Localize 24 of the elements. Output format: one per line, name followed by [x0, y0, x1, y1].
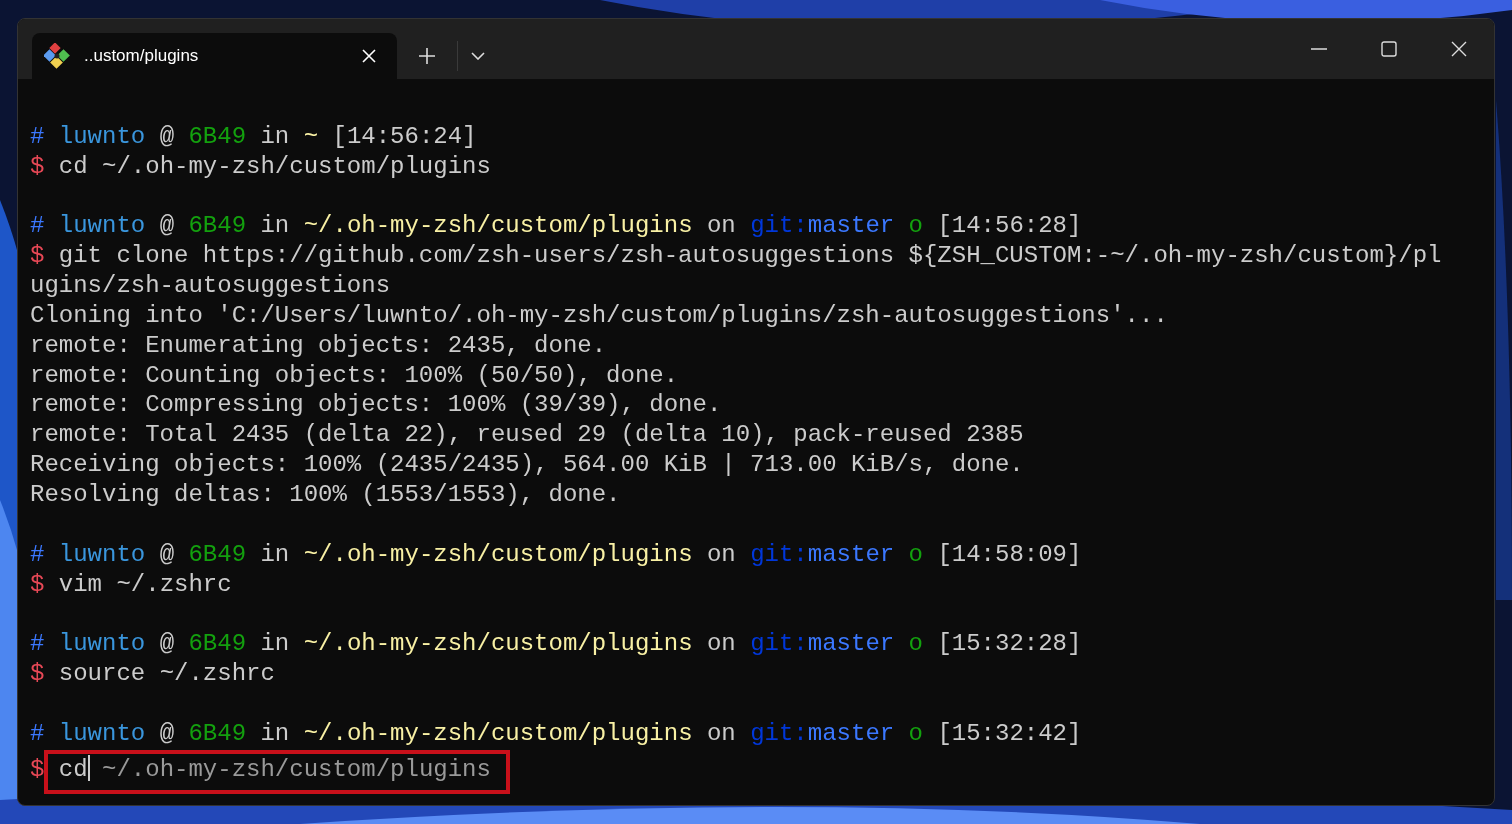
- terminal-line: $ cd ~/.oh-my-zsh/custom/plugins: [30, 152, 491, 180]
- terminal-line: $ cd ~/.oh-my-zsh/custom/plugins: [30, 755, 491, 783]
- terminal-line: ugins/zsh-autosuggestions: [30, 272, 391, 300]
- terminal-line: remote: Total 2435 (delta 22), reused 29 (delta 10), pack-reused 2385: [30, 421, 1024, 449]
- terminal-line: Resolving deltas: 100% (1553/1553), done.: [30, 480, 621, 508]
- close-icon[interactable]: [1451, 41, 1467, 57]
- terminal-line: # luwnto @ 6B49 in ~/.oh-my-zsh/custom/plugins on git:master o [15:32:28]: [30, 630, 1082, 658]
- terminal-line: # luwnto @ 6B49 in ~/.oh-my-zsh/custom/plugins on git:master o [15:32:42]: [30, 719, 1082, 747]
- git-bash-icon: [44, 43, 70, 69]
- terminal-line: # luwnto @ 6B49 in ~/.oh-my-zsh/custom/plugins on git:master o [14:58:09]: [30, 540, 1082, 568]
- terminal-line: remote: Enumerating objects: 2435, done.: [30, 331, 607, 359]
- terminal-line: $ vim ~/.zshrc: [30, 570, 232, 598]
- terminal-line: # luwnto @ 6B49 in ~/.oh-my-zsh/custom/plugins on git:master o [14:56:28]: [30, 212, 1082, 240]
- terminal-line: $ source ~/.zshrc: [30, 660, 275, 688]
- terminal-line: Cloning into 'C:/Users/luwnto/.oh-my-zsh/custom/plugins/zsh-autosuggestions'...: [30, 301, 1168, 329]
- terminal-line: $ git clone https://github.com/zsh-users/zsh-autosuggestions ${ZSH_CUSTOM:-~/.oh-my-zsh/custom}/pl: [30, 242, 1442, 270]
- terminal-line: remote: Counting objects: 100% (50/50), done.: [30, 361, 679, 389]
- terminal-line: remote: Compressing objects: 100% (39/39), done.: [30, 391, 722, 419]
- chevron-down-icon[interactable]: [471, 52, 485, 60]
- terminal-tab[interactable]: ..ustom/plugins: [32, 33, 397, 79]
- terminal-line: # luwnto @ 6B49 in ~ [14:56:24]: [30, 122, 477, 150]
- maximize-icon[interactable]: [1381, 41, 1397, 57]
- terminal-line: Receiving objects: 100% (2435/2435), 564.00 KiB | 713.00 KiB/s, done.: [30, 451, 1024, 479]
- plus-icon[interactable]: [418, 47, 436, 65]
